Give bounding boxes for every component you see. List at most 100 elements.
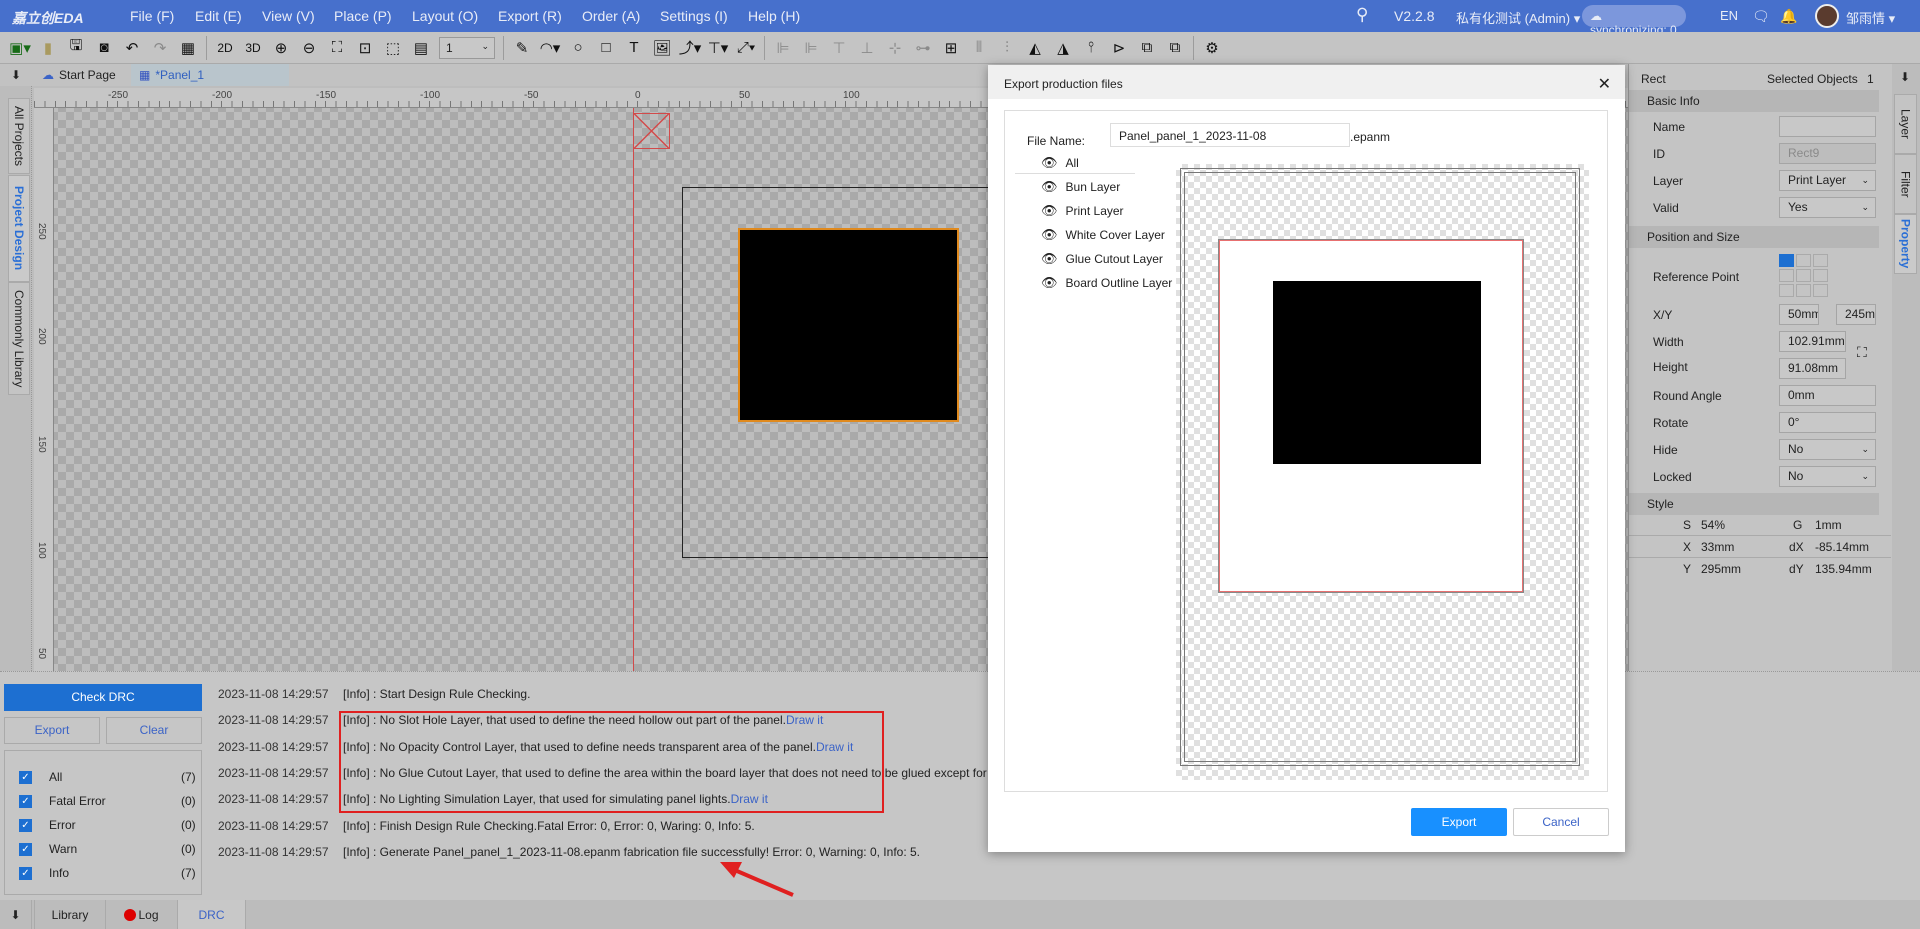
rotate-input[interactable]: 0° bbox=[1779, 412, 1876, 433]
menu-export[interactable]: Export (R) bbox=[498, 8, 562, 24]
settings-gear-icon[interactable]: ⚙ bbox=[1198, 35, 1226, 61]
menu-view[interactable]: View (V) bbox=[262, 8, 315, 24]
rotate-left-icon[interactable]: ◭ bbox=[1021, 35, 1049, 61]
export-button[interactable]: Export bbox=[1411, 808, 1507, 836]
checkbox-fatal-error[interactable]: ✓ bbox=[19, 795, 32, 808]
user-menu[interactable]: 邹雨情 ▾ bbox=[1846, 8, 1895, 27]
menu-file[interactable]: File (F) bbox=[130, 8, 174, 24]
align-bottom-icon[interactable]: ⊥ bbox=[853, 35, 881, 61]
rotate-right-icon[interactable]: ◮ bbox=[1049, 35, 1077, 61]
checkbox-info[interactable]: ✓ bbox=[19, 867, 32, 880]
zoom-out-icon[interactable]: ⊖ bbox=[295, 35, 323, 61]
menu-help[interactable]: Help (H) bbox=[748, 8, 800, 24]
export-log-button[interactable]: Export bbox=[4, 717, 100, 744]
zoom-in-icon[interactable]: ⊕ bbox=[267, 35, 295, 61]
layer-item[interactable]: 👁 All bbox=[1041, 155, 1079, 171]
hide-select[interactable]: No ⌄ bbox=[1779, 439, 1876, 460]
menu-edit[interactable]: Edit (E) bbox=[195, 8, 242, 24]
workspace-select[interactable]: 私有化测试 (Admin) ▾ bbox=[1456, 8, 1580, 27]
menu-settings[interactable]: Settings (I) bbox=[660, 8, 728, 24]
checkbox-all[interactable]: ✓ bbox=[19, 771, 32, 784]
sync-status[interactable]: ☁ synchronizing: 0 bbox=[1582, 5, 1686, 37]
arc-icon[interactable]: ◠▾ bbox=[536, 35, 564, 61]
menu-order[interactable]: Order (A) bbox=[582, 8, 640, 24]
new-icon[interactable]: ▣▾ bbox=[6, 35, 34, 61]
tab-property[interactable]: Property bbox=[1894, 214, 1917, 274]
eye-icon[interactable]: 👁 bbox=[1041, 251, 1058, 267]
align-center-h-icon[interactable]: ⊹ bbox=[881, 35, 909, 61]
clear-log-button[interactable]: Clear bbox=[106, 717, 202, 744]
tab-drc[interactable]: DRC bbox=[178, 900, 246, 929]
eye-icon[interactable]: 👁 bbox=[1041, 227, 1058, 243]
line-width-select[interactable]: 1 ⌄ bbox=[439, 36, 495, 59]
x-input[interactable]: 50mm bbox=[1779, 304, 1819, 325]
align-center-v-icon[interactable]: ⊶ bbox=[909, 35, 937, 61]
view-2d-button[interactable]: 2D bbox=[211, 35, 239, 61]
close-icon[interactable]: ✕ bbox=[1598, 74, 1611, 94]
zoom-selection-icon[interactable]: ⊡ bbox=[351, 35, 379, 61]
view-3d-button[interactable]: 3D bbox=[239, 35, 267, 61]
send-back-icon[interactable]: ⧉ bbox=[1161, 35, 1189, 61]
cancel-button[interactable]: Cancel bbox=[1513, 808, 1609, 836]
checkbox-warn[interactable]: ✓ bbox=[19, 843, 32, 856]
menu-place[interactable]: Place (P) bbox=[334, 8, 392, 24]
eye-icon[interactable]: 👁 bbox=[1041, 203, 1058, 219]
round-angle-input[interactable]: 0mm bbox=[1779, 385, 1876, 406]
layer-item[interactable]: 👁 Print Layer bbox=[1041, 203, 1124, 219]
rectangle-icon[interactable]: □ bbox=[592, 35, 620, 61]
align-top-icon[interactable]: ⊤ bbox=[825, 35, 853, 61]
layer-item[interactable]: 👁 Board Outline Layer bbox=[1041, 275, 1172, 291]
tab-layer[interactable]: Layer bbox=[1894, 94, 1917, 154]
selected-rect[interactable] bbox=[738, 228, 959, 422]
bell-icon[interactable]: 🔔 bbox=[1780, 8, 1797, 25]
align-left-icon[interactable]: ⊫ bbox=[769, 35, 797, 61]
avatar[interactable] bbox=[1815, 4, 1839, 28]
tab-project-design[interactable]: Project Design bbox=[8, 175, 30, 282]
file-name-input[interactable]: Panel_panel_1_2023-11-08 bbox=[1110, 123, 1350, 147]
checkbox-error[interactable]: ✓ bbox=[19, 819, 32, 832]
name-input[interactable] bbox=[1779, 116, 1876, 137]
eye-icon[interactable]: 👁 bbox=[1041, 275, 1058, 291]
pen-icon[interactable]: ✎ bbox=[508, 35, 536, 61]
align-right-icon[interactable]: ⊫ bbox=[797, 35, 825, 61]
grid-icon[interactable]: ▦ bbox=[174, 35, 202, 61]
distribute-v-icon[interactable]: ⫶ bbox=[993, 35, 1021, 61]
tab-log[interactable]: Log bbox=[106, 900, 178, 929]
align-grid-icon[interactable]: ⊞ bbox=[937, 35, 965, 61]
measure-icon[interactable]: ⤢▾ bbox=[732, 35, 760, 61]
polyline-icon[interactable]: ⤴▾ bbox=[676, 35, 704, 61]
redo-icon[interactable]: ↷ bbox=[146, 35, 174, 61]
eye-icon[interactable]: 👁 bbox=[1041, 179, 1058, 195]
image-icon[interactable]: ▤ bbox=[407, 35, 435, 61]
zoom-area-icon[interactable]: ⬚ bbox=[379, 35, 407, 61]
picture-icon[interactable]: 🖼 bbox=[648, 35, 676, 61]
tab-library[interactable]: Library bbox=[34, 900, 106, 929]
valid-select[interactable]: Yes ⌄ bbox=[1779, 197, 1876, 218]
tab-panel-1[interactable]: ▦ *Panel_1 bbox=[131, 64, 289, 86]
undo-icon[interactable]: ↶ bbox=[118, 35, 146, 61]
width-input[interactable]: 102.91mm bbox=[1779, 331, 1846, 352]
tab-all-projects[interactable]: All Projects bbox=[8, 98, 30, 174]
tab-start-page[interactable]: ☁ Start Page bbox=[34, 64, 130, 86]
open-folder-icon[interactable]: ▮ bbox=[34, 35, 62, 61]
text-icon[interactable]: T bbox=[620, 35, 648, 61]
section-position-size[interactable]: Position and Size bbox=[1629, 226, 1879, 248]
message-icon[interactable]: 🗨 bbox=[1752, 8, 1770, 25]
circle-icon[interactable]: ○ bbox=[564, 35, 592, 61]
layer-select[interactable]: Print Layer ⌄ bbox=[1779, 170, 1876, 191]
layer-item[interactable]: 👁 Glue Cutout Layer bbox=[1041, 251, 1163, 267]
layer-item[interactable]: 👁 White Cover Layer bbox=[1041, 227, 1165, 243]
tab-commonly-library[interactable]: Commonly Library bbox=[8, 282, 30, 395]
height-input[interactable]: 91.08mm bbox=[1779, 358, 1846, 379]
save-as-icon[interactable]: ◙ bbox=[90, 35, 118, 61]
tab-filter[interactable]: Filter bbox=[1894, 154, 1917, 214]
distribute-h-icon[interactable]: ⫴ bbox=[965, 35, 993, 61]
flip-horizontal-icon[interactable]: ⫯ bbox=[1077, 35, 1105, 61]
flip-vertical-icon[interactable]: ⊳ bbox=[1105, 35, 1133, 61]
pin-icon[interactable]: ⬇ bbox=[0, 900, 32, 929]
lock-ratio-icon[interactable]: ⛶ bbox=[1857, 344, 1867, 361]
dimension-icon[interactable]: ⊤▾ bbox=[704, 35, 732, 61]
section-basic-info[interactable]: Basic Info bbox=[1629, 90, 1879, 112]
layer-item[interactable]: 👁 Bun Layer bbox=[1041, 179, 1120, 195]
pin-icon[interactable]: ⬇ bbox=[1900, 70, 1910, 84]
